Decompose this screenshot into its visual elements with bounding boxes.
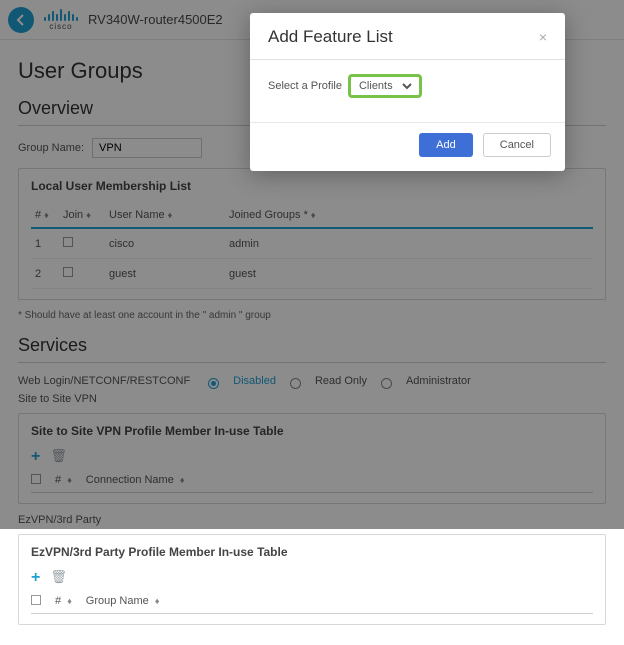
modal-title: Add Feature List	[268, 27, 393, 47]
close-icon[interactable]: ×	[539, 29, 547, 45]
profile-select-highlight: Clients	[348, 74, 422, 98]
add-feature-list-modal: Add Feature List × Select a Profile Clie…	[250, 13, 565, 171]
cancel-button[interactable]: Cancel	[483, 133, 551, 157]
ez-panel: EzVPN/3rd Party Profile Member In-use Ta…	[18, 534, 606, 625]
add-icon[interactable]: +	[31, 569, 40, 587]
profile-select[interactable]: Clients	[355, 79, 415, 93]
trash-icon[interactable]: 🗑	[50, 569, 67, 587]
sort-icon: ♦	[155, 596, 160, 606]
add-button[interactable]: Add	[419, 133, 473, 157]
col-group-name[interactable]: Group Name ♦	[86, 595, 160, 607]
sort-icon: ♦	[67, 596, 72, 606]
ez-table-title: EzVPN/3rd Party Profile Member In-use Ta…	[31, 545, 593, 559]
select-profile-label: Select a Profile	[268, 80, 342, 92]
select-all-checkbox[interactable]	[31, 595, 41, 605]
col-num[interactable]: # ♦	[55, 595, 72, 607]
